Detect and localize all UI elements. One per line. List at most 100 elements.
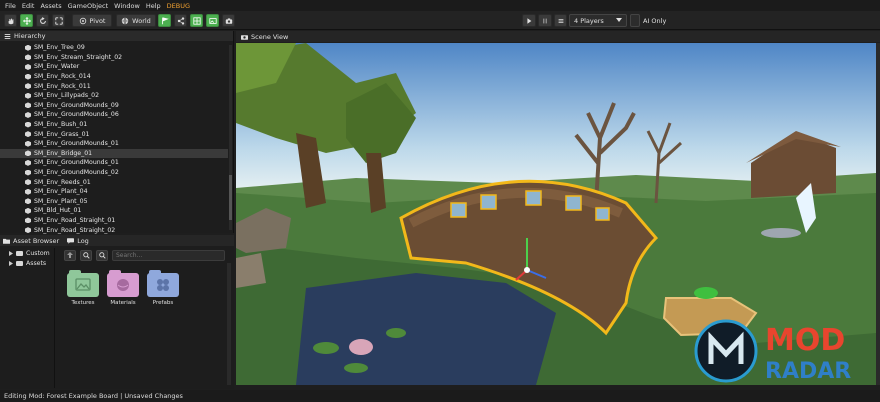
debug-label[interactable]: DEBUG (167, 2, 190, 10)
material-folder-icon (107, 270, 139, 297)
hierarchy-item-label: SM_Env_Bush_01 (34, 121, 88, 129)
folder-prefabs[interactable]: Prefabs (146, 270, 180, 306)
menu-window[interactable]: Window (114, 2, 140, 10)
menu-edit[interactable]: Edit (22, 2, 35, 10)
asset-search-input[interactable] (112, 249, 225, 261)
asset-toolbar (58, 249, 232, 261)
hierarchy-item[interactable]: SM_Env_Bridge_01 (0, 148, 228, 159)
image-icon (208, 17, 217, 24)
play-button[interactable] (522, 14, 536, 27)
move-tool-button[interactable] (20, 14, 33, 27)
folder-icon (3, 238, 10, 244)
asset-tabs: Asset Browser Log (0, 235, 234, 246)
zoom-out-button[interactable] (96, 249, 108, 261)
cube-icon (25, 179, 31, 186)
camera-icon (241, 34, 248, 40)
scale-tool-button[interactable] (52, 14, 65, 27)
hierarchy-item[interactable]: SM_Env_Reeds_01 (0, 177, 228, 187)
tab-log-label: Log (77, 236, 89, 245)
chevron-right-icon (9, 250, 13, 256)
gizmo-center[interactable] (524, 267, 530, 273)
tree-item-custom[interactable]: Custom (0, 248, 54, 258)
cube-icon (25, 111, 31, 118)
list-icon (4, 33, 11, 39)
folder-label: Prefabs (152, 300, 174, 306)
cube-icon (25, 54, 31, 61)
camera-icon (225, 17, 232, 24)
hierarchy-item-label: SM_Env_GroundMounds_09 (34, 101, 119, 109)
rotate-tool-button[interactable] (36, 14, 49, 27)
folder-materials[interactable]: Materials (106, 270, 140, 306)
tab-asset-browser[interactable]: Asset Browser (3, 237, 59, 245)
tree-item-assets[interactable]: Assets (0, 258, 54, 268)
pivot-toggle[interactable]: Pivot (72, 14, 112, 27)
hierarchy-item[interactable]: SM_Env_Plant_05 (0, 197, 228, 207)
cube-icon (25, 188, 31, 195)
cube-icon (25, 121, 31, 128)
hierarchy-item[interactable]: SM_Env_GroundMounds_06 (0, 110, 228, 120)
hierarchy-item-label: SM_Env_Rock_014 (34, 73, 91, 81)
folder-textures[interactable]: Textures (66, 270, 100, 306)
camera-button[interactable] (222, 14, 235, 27)
world-toggle[interactable]: World (116, 14, 156, 27)
hierarchy-item[interactable]: SM_Env_Road_Straight_01 (0, 216, 228, 226)
gallery-button[interactable] (206, 14, 219, 27)
hierarchy-item[interactable]: SM_Env_Water (0, 62, 228, 72)
flag-button[interactable] (158, 14, 171, 27)
pause-icon (543, 18, 547, 23)
pause-button[interactable] (538, 14, 552, 27)
hierarchy-item-label: SM_Env_GroundMounds_06 (34, 111, 119, 119)
hierarchy-item-label: SM_Env_Lillypads_02 (34, 92, 100, 100)
menu-file[interactable]: File (5, 2, 16, 10)
hierarchy-item[interactable]: SM_Env_GroundMounds_09 (0, 101, 228, 111)
menu-help[interactable]: Help (146, 2, 161, 10)
hierarchy-item-label: SM_Env_Road_Straight_01 (34, 216, 116, 224)
bridge-window (565, 195, 582, 211)
cube-icon (25, 83, 31, 90)
zoom-in-button[interactable] (80, 249, 92, 261)
asset-scrollbar[interactable] (227, 263, 231, 385)
hierarchy-scrollbar[interactable] (229, 45, 232, 230)
pivot-icon (79, 17, 86, 24)
grid-button[interactable] (190, 14, 203, 27)
stream-water (296, 273, 556, 385)
scene-view-tab[interactable]: Scene View (236, 31, 880, 42)
chevron-right-icon (9, 260, 13, 266)
rock (236, 253, 266, 288)
hand-tool-button[interactable] (4, 14, 17, 27)
hierarchy-item-label: SM_Env_Plant_05 (34, 197, 88, 205)
hierarchy-item[interactable]: SM_Env_GroundMounds_02 (0, 168, 228, 178)
chat-icon (67, 237, 75, 244)
share-button[interactable] (174, 14, 187, 27)
hierarchy-item[interactable]: SM_Env_Tree_09 (0, 43, 228, 53)
world-label: World (132, 16, 151, 25)
hamburger-icon (558, 18, 563, 23)
hierarchy-item[interactable]: SM_Env_Stream_Straight_02 (0, 53, 228, 63)
hierarchy-item[interactable]: SM_Env_Plant_04 (0, 187, 228, 197)
up-folder-button[interactable] (64, 249, 76, 261)
mod-radar-logo: MOD RADAR (694, 319, 851, 384)
ai-only-checkbox[interactable] (630, 14, 640, 27)
scene-scrollbar[interactable] (876, 43, 880, 385)
hierarchy-tab[interactable]: Hierarchy (0, 31, 233, 41)
menu-assets[interactable]: Assets (40, 2, 61, 10)
menu-gameobject[interactable]: GameObject (68, 2, 109, 10)
hierarchy-item[interactable]: SM_Env_GroundMounds_01 (0, 158, 228, 168)
pivot-label: Pivot (89, 16, 106, 25)
players-dropdown[interactable]: 4 Players (569, 14, 627, 27)
tab-log[interactable]: Log (67, 237, 89, 245)
hierarchy-item[interactable]: SM_Env_Rock_011 (0, 81, 228, 91)
menu-button[interactable] (554, 14, 567, 27)
hierarchy-item[interactable]: SM_Env_GroundMounds_01 (0, 139, 228, 149)
hierarchy-item[interactable]: SM_Env_Bush_01 (0, 120, 228, 130)
cube-icon (25, 92, 31, 99)
hierarchy-item[interactable]: SM_Env_Road_Straight_02 (0, 225, 228, 235)
hierarchy-item[interactable]: SM_Env_Rock_014 (0, 72, 228, 82)
scale-icon (54, 16, 63, 25)
hierarchy-item[interactable]: SM_Env_Lillypads_02 (0, 91, 228, 101)
hierarchy-item[interactable]: SM_Env_Grass_01 (0, 129, 228, 139)
hierarchy-item[interactable]: SM_Bld_Hut_01 (0, 206, 228, 216)
bridge-window (450, 202, 467, 218)
scrollbar-thumb[interactable] (229, 175, 232, 220)
scene-viewport[interactable]: MOD RADAR (236, 43, 876, 385)
